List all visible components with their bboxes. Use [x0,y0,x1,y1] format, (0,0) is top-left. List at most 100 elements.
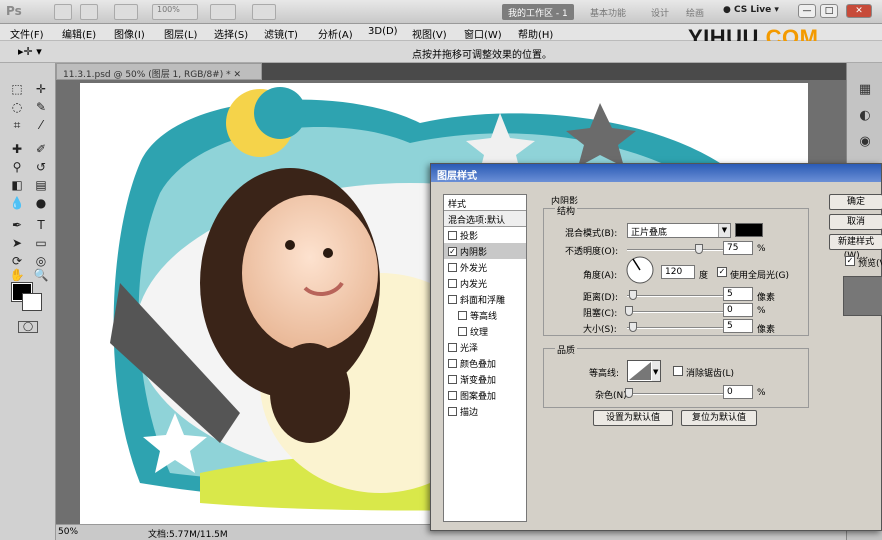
style-list-item[interactable]: 斜面和浮雕 [444,291,526,307]
eraser-tool-icon[interactable]: ◧ [6,177,28,193]
styles-header[interactable]: 样式 [444,195,526,211]
menu-image[interactable]: 图像(I) [114,26,145,41]
marquee-tool-icon[interactable]: ⬚ [6,81,28,97]
style-checkbox[interactable] [448,407,457,416]
workspace-essentials[interactable]: 基本功能 [584,4,632,20]
menu-window[interactable]: 窗口(W) [464,26,502,41]
zoom-tool-icon[interactable]: 🔍 [30,267,52,283]
quick-mask-icon[interactable]: ◯ [18,321,38,333]
ok-button[interactable]: 确定 [829,194,882,210]
brush-tool-icon[interactable]: ✐ [30,141,52,157]
style-list-item[interactable]: 描边 [444,403,526,419]
minimize-button[interactable]: — [798,4,816,18]
blur-tool-icon[interactable]: 💧 [6,195,28,211]
zoom-level-box[interactable]: 100% [152,4,198,20]
menu-select[interactable]: 选择(S) [214,26,248,41]
blend-mode-select[interactable]: 正片叠底 ▼ [627,223,731,238]
type-tool-icon[interactable]: T [30,217,52,233]
opacity-slider[interactable] [627,244,723,254]
close-button[interactable]: ✕ [846,4,872,18]
size-slider-thumb[interactable] [629,322,637,332]
arrange-documents-icon[interactable] [210,4,236,20]
choke-input[interactable]: 0 [723,303,753,317]
choke-slider-thumb[interactable] [625,306,633,316]
menu-filter[interactable]: 滤镜(T) [264,26,298,41]
masks-panel-icon[interactable]: ◉ [856,133,874,151]
menu-3d[interactable]: 3D(D) [368,26,398,37]
antialias-checkbox[interactable] [673,366,683,376]
document-tab[interactable]: 11.3.1.psd @ 50% (图层 1, RGB/8#) * ✕ [56,63,262,80]
hand-tool-icon[interactable]: ✋ [6,267,28,283]
style-checkbox[interactable] [458,327,467,336]
quick-select-tool-icon[interactable]: ✎ [30,99,52,115]
noise-slider[interactable] [625,388,723,398]
adjustments-panel-icon[interactable]: ◐ [856,107,874,125]
healing-tool-icon[interactable]: ✚ [6,141,28,157]
style-list-item[interactable]: 投影 [444,227,526,243]
crop-tool-icon[interactable]: ⌗ [6,117,28,133]
style-list-item[interactable]: 内发光 [444,275,526,291]
workspace-mine[interactable]: 我的工作区 - 1 [502,4,574,20]
shadow-color-swatch[interactable] [735,223,763,237]
style-list-item[interactable]: 纹理 [444,323,526,339]
style-checkbox[interactable]: ✓ [448,247,457,256]
preview-checkbox[interactable]: ✓ [845,256,855,266]
shape-tool-icon[interactable]: ▭ [30,235,52,251]
style-list-item[interactable]: 图案叠加 [444,387,526,403]
blend-options-item[interactable]: 混合选项:默认 [444,211,526,227]
eyedropper-tool-icon[interactable]: ⁄ [30,117,52,133]
style-checkbox[interactable] [448,231,457,240]
style-list-item[interactable]: 外发光 [444,259,526,275]
distance-slider-thumb[interactable] [629,290,637,300]
style-checkbox[interactable] [458,311,467,320]
restore-button[interactable]: □ [820,4,838,18]
menu-analysis[interactable]: 分析(A) [318,26,353,41]
angle-dial[interactable] [625,255,655,285]
workspace-design[interactable]: 设计 [645,4,675,20]
style-list-item[interactable]: 等高线 [444,307,526,323]
move-tool-icon[interactable]: ✛ [30,81,52,97]
path-select-tool-icon[interactable]: ➤ [6,235,28,251]
noise-input[interactable]: 0 [723,385,753,399]
lasso-tool-icon[interactable]: ◌ [6,99,28,115]
zoom-readout[interactable]: 50% [58,527,78,537]
new-style-button[interactable]: 新建样式(W)... [829,234,882,261]
move-tool-icon[interactable]: ▸✛ ▾ [18,45,42,58]
menu-file[interactable]: 文件(F) [10,26,44,41]
workspace-painting[interactable]: 绘画 [680,4,710,20]
screen-mode-icon[interactable] [252,4,276,20]
style-list-item[interactable]: 渐变叠加 [444,371,526,387]
angle-input[interactable]: 120 [661,265,695,279]
pen-tool-icon[interactable]: ✒ [6,217,28,233]
style-list-item[interactable]: ✓ 内阴影 [444,243,526,259]
style-checkbox[interactable] [448,375,457,384]
set-default-button[interactable]: 设置为默认值 [593,410,673,426]
minibridge-icon[interactable] [80,4,98,20]
style-checkbox[interactable] [448,263,457,272]
opacity-slider-thumb[interactable] [694,244,703,254]
size-slider[interactable] [627,322,723,332]
menu-edit[interactable]: 编辑(E) [62,26,96,41]
cancel-button[interactable]: 取消 [829,214,882,230]
menu-help[interactable]: 帮助(H) [518,26,553,41]
bridge-icon[interactable] [54,4,72,20]
choke-slider[interactable] [625,306,723,316]
menu-layer[interactable]: 图层(L) [164,26,197,41]
layers-panel-icon[interactable]: ▦ [856,81,874,99]
contour-picker[interactable]: ▼ [627,360,661,382]
opacity-input[interactable]: 75 [723,241,753,255]
global-light-checkbox[interactable]: ✓ [717,267,727,277]
style-list-item[interactable]: 光泽 [444,339,526,355]
style-checkbox[interactable] [448,343,457,352]
style-list-item[interactable]: 颜色叠加 [444,355,526,371]
distance-slider[interactable] [627,290,723,300]
style-checkbox[interactable] [448,279,457,288]
size-input[interactable]: 5 [723,319,753,333]
dodge-tool-icon[interactable]: ● [30,195,52,211]
gradient-tool-icon[interactable]: ▤ [30,177,52,193]
stamp-tool-icon[interactable]: ⚲ [6,159,28,175]
style-checkbox[interactable] [448,295,457,304]
history-brush-tool-icon[interactable]: ↺ [30,159,52,175]
menu-view[interactable]: 视图(V) [412,26,447,41]
distance-input[interactable]: 5 [723,287,753,301]
